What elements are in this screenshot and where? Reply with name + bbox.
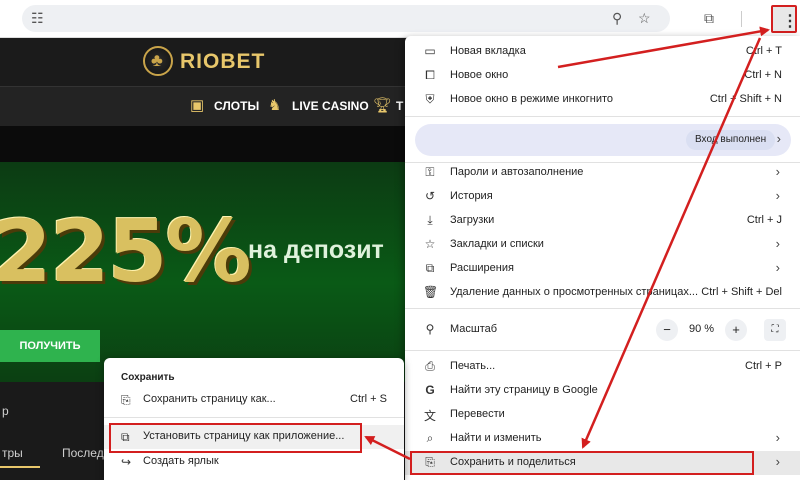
slots-icon: ▣ [190, 97, 205, 114]
dealer-icon: ♞ [268, 97, 282, 114]
logo-icon[interactable] [143, 46, 173, 76]
menu-item-label: Перевести [450, 408, 505, 420]
menu-item-label: Найти эту страницу в Google [450, 384, 598, 396]
menu-item-save-page[interactable]: ⎘ Сохранить страницу как... Ctrl + S [104, 388, 404, 412]
key-icon: ⚿ [425, 165, 435, 179]
menu-item-label: Печать... [450, 360, 496, 372]
trash-icon: 🗑︎ [423, 285, 439, 299]
menu-item-extensions[interactable]: ⧉ Расширения › [405, 257, 800, 281]
three-dots-vertical-icon: ⋮ [782, 13, 798, 30]
menu-separator [405, 308, 800, 309]
menu-item-print[interactable]: ⎙ Печать... Ctrl + P [405, 355, 800, 379]
trophy-icon: 🏆︎ [373, 97, 393, 114]
find-icon: ⌕ [426, 431, 434, 445]
history-icon: ↺ [424, 189, 436, 203]
star-icon: ☆ [424, 237, 436, 251]
zoom-level: 90 % [689, 323, 715, 335]
menu-item-passwords[interactable]: ⚿ Пароли и автозаполнение › [405, 161, 800, 185]
new-tab-icon: ▭ [424, 44, 436, 58]
save-submenu: Сохранить ⎘ Сохранить страницу как... Ct… [104, 358, 404, 480]
chevron-right-icon: › [775, 236, 780, 251]
nav-item-live-casino[interactable]: LIVE CASINO [292, 99, 369, 113]
menu-separator [104, 417, 404, 418]
download-icon: ⤓ [427, 213, 433, 227]
chevron-right-icon: › [775, 164, 780, 179]
menu-shortcut: Ctrl + P [745, 360, 782, 372]
menu-shortcut: Ctrl + T [745, 45, 782, 57]
google-icon: G [425, 383, 435, 397]
menu-item-translate[interactable]: 文 Перевести [405, 403, 800, 427]
address-bar[interactable]: ☷ ⚲ ☆ [22, 5, 670, 32]
menu-item-label: Новая вкладка [450, 45, 526, 57]
zoom-in-button[interactable]: + [725, 319, 747, 341]
nav-item-slots[interactable]: СЛОТЫ [214, 99, 259, 113]
signed-in-badge[interactable]: Вход выполнен [686, 130, 776, 150]
menu-item-label: Новое окно [450, 69, 509, 81]
browser-toolbar: ☷ ⚲ ☆ ⧉ ⋮ [0, 0, 800, 38]
menu-separator [405, 116, 800, 117]
menu-item-create-shortcut[interactable]: ↪ Создать ярлык [104, 450, 404, 474]
highlight-save-share [410, 451, 754, 475]
nav-item-tournaments[interactable]: Т [396, 99, 403, 113]
menu-shortcut: Ctrl + Shift + N [709, 93, 782, 105]
menu-item-label: Загрузки [450, 214, 495, 226]
chevron-right-icon: › [776, 131, 781, 146]
menu-item-history[interactable]: ↺ История › [405, 185, 800, 209]
chevron-right-icon: › [775, 454, 780, 469]
menu-item-label: Удаление данных о просмотренных страница… [450, 286, 699, 298]
submenu-header: Сохранить [121, 372, 175, 383]
menu-item-new-tab[interactable]: ▭ Новая вкладка Ctrl + T [405, 40, 800, 64]
shortcut-icon: ↪ [121, 455, 132, 469]
site-logo[interactable]: RIOBET [180, 50, 265, 74]
menu-item-clear-data[interactable]: 🗑︎ Удаление данных о просмотренных стран… [405, 281, 800, 305]
menu-item-label: Найти и изменить [450, 432, 542, 444]
menu-item-label: Масштаб [450, 323, 498, 335]
translate-icon: 文 [423, 409, 436, 423]
chevron-right-icon: › [775, 188, 780, 203]
promo-percentage: 225% [0, 202, 252, 302]
get-bonus-button[interactable]: ПОЛУЧИТЬ [0, 330, 100, 362]
menu-shortcut: Ctrl + J [746, 214, 782, 226]
games-tab-1[interactable]: тры [2, 446, 23, 460]
bookmark-star-icon[interactable]: ☆ [638, 11, 651, 25]
active-tab-indicator [0, 466, 40, 468]
save-page-icon: ⎘ [121, 393, 131, 407]
menu-item-google-search[interactable]: G Найти эту страницу в Google [405, 379, 800, 403]
menu-item-downloads[interactable]: ⤓ Загрузки Ctrl + J [405, 209, 800, 233]
menu-item-label: Новое окно в режиме инкогнито [450, 93, 614, 105]
site-settings-icon[interactable]: ☷ [31, 11, 44, 25]
browser-menu-button[interactable]: ⋮ [771, 5, 798, 33]
browser-menu: ▭ Новая вкладка Ctrl + T ⧠ Новое окно Ct… [405, 36, 800, 480]
menu-item-find[interactable]: ⌕ Найти и изменить › [405, 427, 800, 451]
printer-icon: ⎙ [425, 359, 435, 373]
menu-shortcut: Ctrl + Shift + Del [701, 286, 782, 298]
zoom-out-button[interactable]: − [656, 319, 678, 341]
menu-item-label: Сохранить страницу как... [143, 393, 276, 405]
extensions-icon[interactable]: ⧉ [704, 11, 714, 25]
menu-item-bookmarks[interactable]: ☆ Закладки и списки › [405, 233, 800, 257]
toolbar-divider [741, 11, 742, 27]
menu-item-label: Создать ярлык [143, 455, 219, 467]
lower-text: р [2, 404, 9, 418]
incognito-icon: ⛨ [425, 92, 435, 106]
profile-row[interactable]: Вход выполнен › [415, 124, 791, 156]
menu-item-new-window[interactable]: ⧠ Новое окно Ctrl + N [405, 64, 800, 88]
menu-shortcut: Ctrl + S [350, 393, 387, 405]
menu-item-label: История [450, 190, 493, 202]
menu-item-label: Закладки и списки [450, 238, 544, 250]
new-window-icon: ⧠ [425, 68, 435, 82]
chevron-right-icon: › [775, 260, 780, 275]
promo-subtitle: на депозит [248, 236, 384, 264]
menu-item-incognito[interactable]: ⛨ Новое окно в режиме инкогнито Ctrl + S… [405, 88, 800, 112]
menu-item-label: Пароли и автозаполнение [450, 166, 584, 178]
menu-shortcut: Ctrl + N [744, 69, 782, 81]
menu-item-label: Расширения [450, 262, 514, 274]
zoom-icon: ⚲ [425, 322, 435, 336]
chevron-right-icon: › [775, 430, 780, 445]
fullscreen-icon[interactable]: ⛶ [764, 319, 786, 341]
menu-separator [405, 350, 800, 351]
puzzle-icon: ⧉ [425, 261, 435, 275]
zoom-icon[interactable]: ⚲ [612, 11, 622, 25]
highlight-install-app [109, 423, 362, 453]
